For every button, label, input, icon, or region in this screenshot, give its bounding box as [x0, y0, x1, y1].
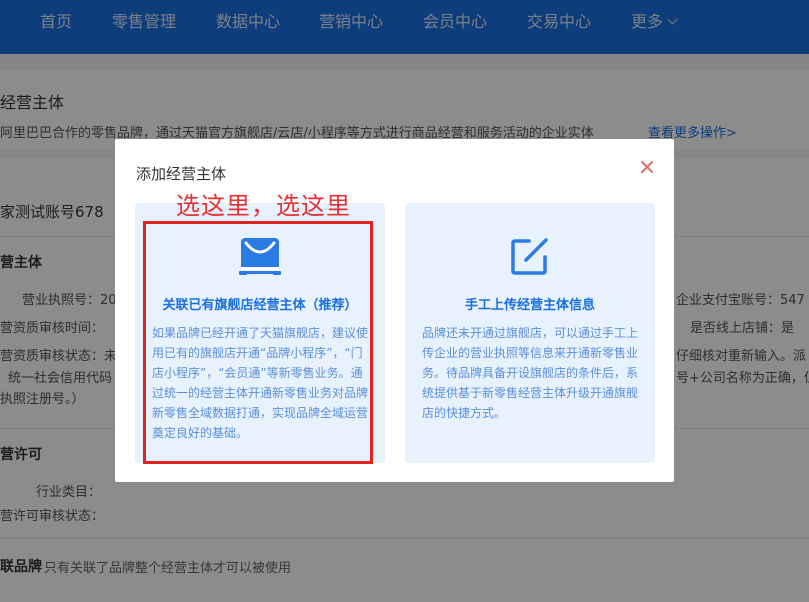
- annotation-text: 选这里，选这里: [176, 192, 351, 220]
- option-description: 品牌还未开通过旗舰店，可以通过手工上传企业的营业执照等信息来开通新零售业务。待品…: [422, 326, 639, 420]
- option-heading: 手工上传经营主体信息: [464, 298, 595, 313]
- edit-icon: [511, 238, 548, 275]
- dialog-title: 添加经营主体: [136, 165, 227, 183]
- close-icon[interactable]: [637, 157, 657, 177]
- annotation-highlight-box: [143, 221, 373, 464]
- option-manual-upload[interactable]: 手工上传经营主体信息 品牌还未开通过旗舰店，可以通过手工上传企业的营业执照等信息…: [405, 203, 655, 463]
